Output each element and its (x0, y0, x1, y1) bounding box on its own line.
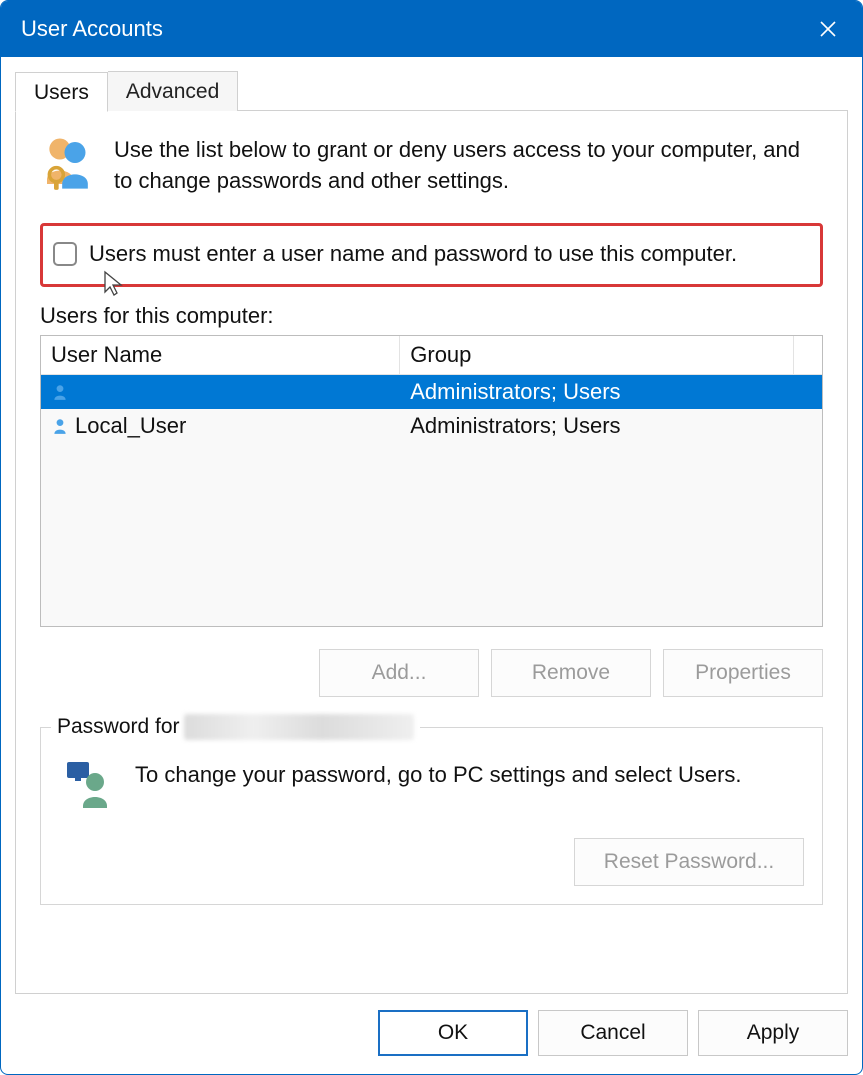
ok-button[interactable]: OK (378, 1010, 528, 1056)
tab-strip: Users Advanced (15, 71, 848, 111)
users-icon (40, 135, 96, 191)
user-row-icon (51, 417, 69, 435)
tab-users[interactable]: Users (15, 72, 108, 112)
password-legend: Password for (51, 714, 420, 740)
password-body: To change your password, go to PC settin… (59, 760, 804, 808)
user-accounts-window: User Accounts Users Advanced (0, 0, 863, 1075)
column-username[interactable]: User Name (41, 336, 400, 375)
redacted-username (184, 714, 414, 740)
column-group[interactable]: Group (400, 336, 794, 375)
require-password-row: Users must enter a user name and passwor… (40, 223, 823, 288)
password-legend-prefix: Password for (57, 715, 180, 739)
properties-button[interactable]: Properties (663, 649, 823, 697)
require-password-checkbox[interactable] (53, 242, 77, 266)
cancel-button[interactable]: Cancel (538, 1010, 688, 1056)
require-password-label: Users must enter a user name and passwor… (89, 240, 737, 269)
password-button-row: Reset Password... (59, 838, 804, 886)
listview-header: User Name Group (41, 336, 822, 375)
add-button[interactable]: Add... (319, 649, 479, 697)
users-panel: Use the list below to grant or deny user… (15, 110, 848, 994)
row-group: Administrators; Users (400, 409, 822, 443)
row-group: Administrators; Users (400, 375, 822, 409)
close-button[interactable] (806, 7, 850, 51)
users-listview[interactable]: User Name Group Administrators; Users (40, 335, 823, 627)
dialog-button-row: OK Cancel Apply (1, 994, 862, 1074)
window-title: User Accounts (21, 16, 806, 42)
user-row-icon (51, 383, 69, 401)
reset-password-button[interactable]: Reset Password... (574, 838, 804, 886)
intro-row: Use the list below to grant or deny user… (40, 135, 823, 197)
column-spacer (794, 336, 822, 375)
apply-button[interactable]: Apply (698, 1010, 848, 1056)
password-groupbox: Password for To change your password, go… (40, 727, 823, 905)
content: Users Advanced Use the list below to gra… (1, 57, 862, 994)
tab-advanced[interactable]: Advanced (108, 71, 238, 111)
row-username: Local_User (75, 413, 186, 439)
titlebar: User Accounts (1, 1, 862, 57)
table-row[interactable]: Local_User Administrators; Users (41, 409, 822, 443)
intro-text: Use the list below to grant or deny user… (114, 135, 823, 197)
table-row[interactable]: Administrators; Users (41, 375, 822, 409)
cursor-icon (103, 270, 125, 298)
list-button-row: Add... Remove Properties (40, 649, 823, 697)
user-monitor-icon (65, 760, 113, 808)
close-icon (819, 20, 837, 38)
remove-button[interactable]: Remove (491, 649, 651, 697)
listview-body: Administrators; Users Local_User Adminis… (41, 375, 822, 626)
password-text: To change your password, go to PC settin… (135, 760, 804, 790)
users-list-label: Users for this computer: (40, 303, 823, 329)
